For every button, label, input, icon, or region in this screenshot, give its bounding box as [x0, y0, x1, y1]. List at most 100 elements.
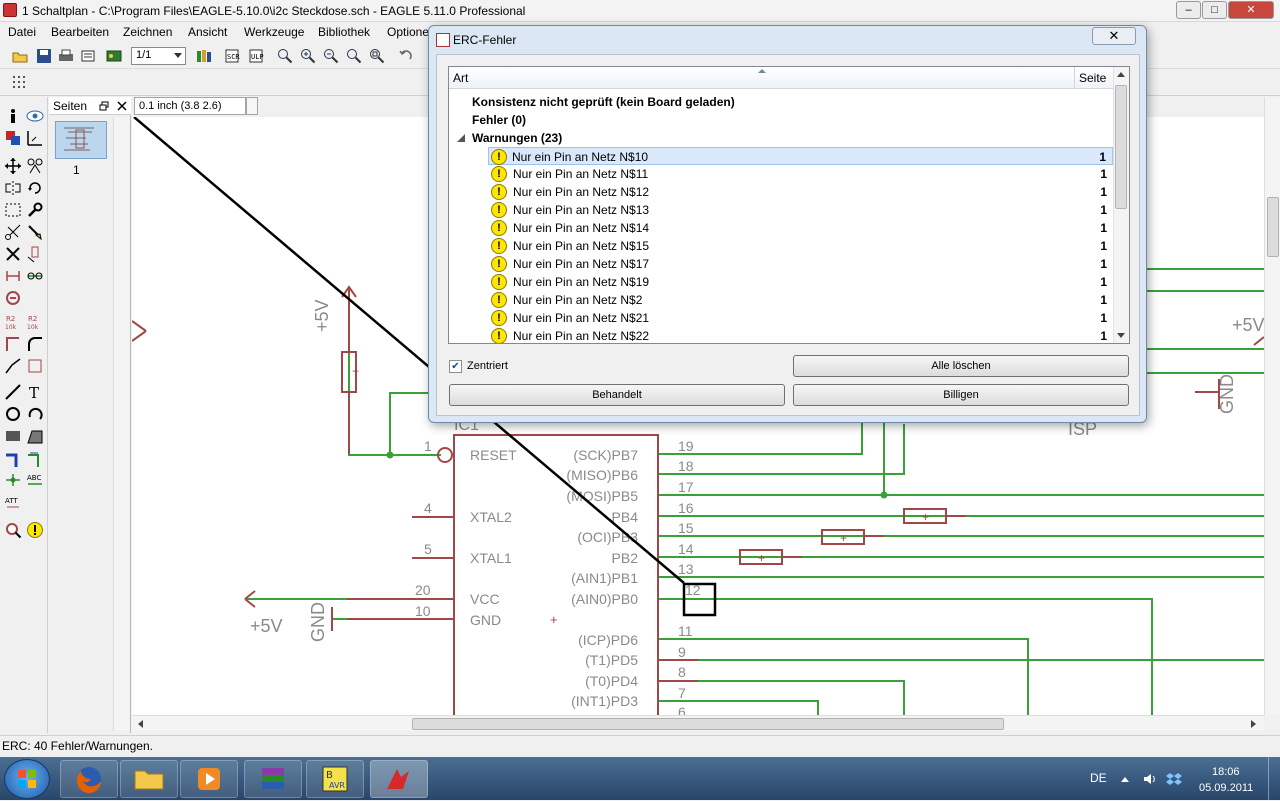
- centered-checkbox[interactable]: ✔: [449, 360, 462, 373]
- delete-icon[interactable]: [4, 245, 22, 263]
- clock-time[interactable]: 18:06: [1212, 766, 1240, 778]
- warning-row[interactable]: ! Nur ein Pin an Netz N$19 1: [449, 273, 1113, 291]
- warning-row[interactable]: ! Nur ein Pin an Netz N$2 1: [449, 291, 1113, 309]
- canvas-vertical-scrollbar[interactable]: [1264, 97, 1280, 715]
- warning-row[interactable]: ! Nur ein Pin an Netz N$13 1: [449, 201, 1113, 219]
- vscroll-thumb[interactable]: [1267, 197, 1279, 257]
- replace-icon[interactable]: [4, 289, 22, 307]
- zoom-fit-icon[interactable]: [277, 48, 293, 64]
- attribute-icon[interactable]: ATT: [4, 495, 22, 513]
- zoom-select-icon[interactable]: [369, 48, 385, 64]
- grid-icon[interactable]: [12, 75, 26, 89]
- rect-icon[interactable]: [4, 427, 22, 445]
- invoke-icon[interactable]: [26, 357, 44, 375]
- pinswap-icon[interactable]: [4, 267, 22, 285]
- library-icon[interactable]: [196, 48, 212, 64]
- scroll-up-icon[interactable]: [1117, 71, 1125, 77]
- label-icon[interactable]: ABC: [26, 471, 44, 489]
- taskbar-mediaplayer[interactable]: [180, 760, 238, 798]
- add-part-icon[interactable]: [26, 245, 44, 263]
- taskbar-winrar[interactable]: [244, 760, 302, 798]
- list-item-errors[interactable]: Fehler (0): [449, 111, 1113, 129]
- panel-close-icon[interactable]: [117, 101, 127, 111]
- show-hidden-icons-icon[interactable]: [1120, 775, 1130, 783]
- erc-list[interactable]: Art Seite Konsistenz nicht geprüft (kein…: [448, 66, 1130, 344]
- list-item-consistency[interactable]: Konsistenz nicht geprüft (kein Board gel…: [449, 93, 1113, 111]
- menu-werkzeuge[interactable]: Werkzeuge: [244, 25, 304, 39]
- display-layers-icon[interactable]: [4, 129, 22, 147]
- group-icon[interactable]: [4, 201, 22, 219]
- ulp-icon[interactable]: ULP: [248, 48, 264, 64]
- taskbar-bascom-avr[interactable]: B AVR: [306, 760, 364, 798]
- script-icon[interactable]: SCR: [224, 48, 240, 64]
- warning-row[interactable]: ! Nur ein Pin an Netz N$21 1: [449, 309, 1113, 327]
- column-seite[interactable]: Seite: [1079, 71, 1106, 85]
- rotate-icon[interactable]: [26, 179, 44, 197]
- scroll-down-icon[interactable]: [1117, 333, 1125, 339]
- handled-button[interactable]: Behandelt: [449, 384, 785, 406]
- delete-all-button[interactable]: Alle löschen: [793, 355, 1129, 377]
- erc-list-scroll-thumb[interactable]: [1115, 85, 1127, 209]
- miter-icon[interactable]: [26, 335, 44, 353]
- zoom-select[interactable]: 1/1: [131, 47, 186, 65]
- list-item-warnings-group[interactable]: Warnungen (23): [449, 129, 1113, 147]
- minimize-button[interactable]: ‒: [1176, 1, 1201, 19]
- move-icon[interactable]: [4, 157, 22, 175]
- net-icon[interactable]: [26, 451, 44, 469]
- warning-row[interactable]: ! Nur ein Pin an Netz N$14 1: [449, 219, 1113, 237]
- volume-icon[interactable]: [1142, 771, 1158, 787]
- warning-row[interactable]: ! Nur ein Pin an Netz N$17 1: [449, 255, 1113, 273]
- undo-icon[interactable]: [398, 48, 414, 64]
- taskbar-eagle[interactable]: [370, 760, 428, 798]
- maximize-button[interactable]: □: [1202, 1, 1227, 19]
- menu-zeichnen[interactable]: Zeichnen: [123, 25, 172, 39]
- value-icon[interactable]: R210k: [26, 313, 44, 331]
- junction-icon[interactable]: [4, 471, 22, 489]
- copy-icon[interactable]: [26, 157, 44, 175]
- cam-processor-icon[interactable]: [80, 48, 96, 64]
- paste-icon[interactable]: [26, 223, 44, 241]
- zoom-in-icon[interactable]: [300, 48, 316, 64]
- cut-icon[interactable]: [4, 223, 22, 241]
- warning-row[interactable]: ! Nur ein Pin an Netz N$12 1: [449, 183, 1113, 201]
- hscroll-thumb[interactable]: [412, 718, 1004, 730]
- smash-icon[interactable]: [4, 335, 22, 353]
- warning-row[interactable]: ! Nur ein Pin an Netz N$15 1: [449, 237, 1113, 255]
- wire-icon[interactable]: [4, 383, 22, 401]
- menu-bibliothek[interactable]: Bibliothek: [318, 25, 370, 39]
- save-icon[interactable]: [36, 48, 52, 64]
- zoom-out-icon[interactable]: [323, 48, 339, 64]
- start-button[interactable]: [4, 759, 50, 799]
- warning-row[interactable]: ! Nur ein Pin an Netz N$22 1: [449, 327, 1113, 343]
- close-button[interactable]: ✕: [1228, 1, 1274, 19]
- gateswap-icon[interactable]: [26, 267, 44, 285]
- text-icon[interactable]: T: [26, 383, 44, 401]
- name-icon[interactable]: R210k: [4, 313, 22, 331]
- undock-icon[interactable]: [99, 101, 109, 111]
- show-eye-icon[interactable]: [26, 107, 44, 125]
- erc-dialog-close-button[interactable]: ✕: [1092, 27, 1136, 45]
- redraw-icon[interactable]: [346, 48, 362, 64]
- mark-icon[interactable]: [26, 129, 44, 147]
- change-wrench-icon[interactable]: [26, 201, 44, 219]
- taskbar-explorer[interactable]: [120, 760, 178, 798]
- erc-icon[interactable]: [4, 521, 22, 539]
- menu-bearbeiten[interactable]: Bearbeiten: [51, 25, 109, 39]
- mirror-icon[interactable]: [4, 179, 22, 197]
- show-desktop-button[interactable]: [1268, 757, 1280, 800]
- language-indicator[interactable]: DE: [1090, 771, 1107, 785]
- approve-button[interactable]: Billigen: [793, 384, 1129, 406]
- print-icon[interactable]: [58, 48, 74, 64]
- command-line-input[interactable]: [246, 97, 258, 115]
- collapse-triangle-icon[interactable]: [457, 134, 465, 142]
- pages-scrollbar[interactable]: [113, 117, 129, 731]
- menu-ansicht[interactable]: Ansicht: [188, 25, 227, 39]
- info-icon[interactable]: [4, 107, 22, 125]
- clock-date[interactable]: 05.09.2011: [1199, 782, 1253, 794]
- open-folder-icon[interactable]: [12, 48, 28, 64]
- page-thumbnail[interactable]: [55, 121, 107, 159]
- errors-icon[interactable]: [26, 521, 44, 539]
- polygon-icon[interactable]: [26, 427, 44, 445]
- column-art[interactable]: Art: [453, 71, 468, 85]
- bus-icon[interactable]: [4, 451, 22, 469]
